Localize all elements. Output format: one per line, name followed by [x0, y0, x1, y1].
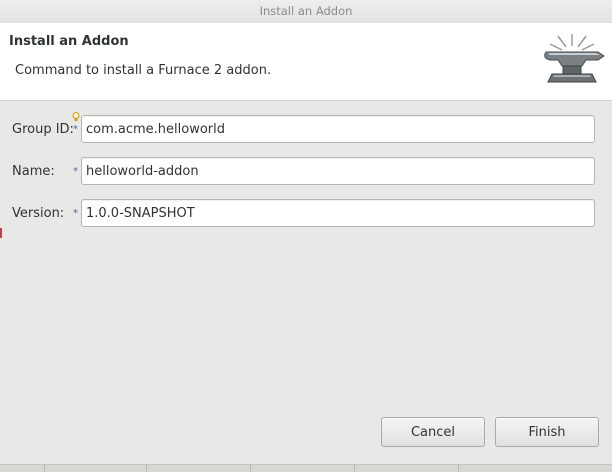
- finish-button[interactable]: Finish: [495, 417, 599, 447]
- name-field[interactable]: [81, 157, 595, 185]
- window-titlebar[interactable]: Install an Addon: [0, 0, 612, 24]
- banner-title: Install an Addon: [9, 34, 129, 49]
- lightbulb-icon: [72, 112, 80, 121]
- background-window-edge: [0, 228, 2, 238]
- anvil-icon: [544, 34, 605, 83]
- name-required-marker: *: [73, 166, 78, 177]
- cancel-button[interactable]: Cancel: [381, 417, 485, 447]
- window-title: Install an Addon: [259, 4, 353, 18]
- group-id-field[interactable]: [81, 115, 595, 143]
- version-field[interactable]: [81, 199, 595, 227]
- version-label: Version:: [12, 206, 65, 221]
- name-label: Name:: [12, 164, 55, 179]
- dialog-banner: Install an Addon Command to install a Fu…: [0, 23, 612, 101]
- group-id-label: Group ID:: [12, 122, 74, 137]
- banner-description: Command to install a Furnace 2 addon.: [15, 63, 272, 78]
- version-required-marker: *: [73, 208, 78, 219]
- group-id-required-marker: *: [73, 124, 78, 135]
